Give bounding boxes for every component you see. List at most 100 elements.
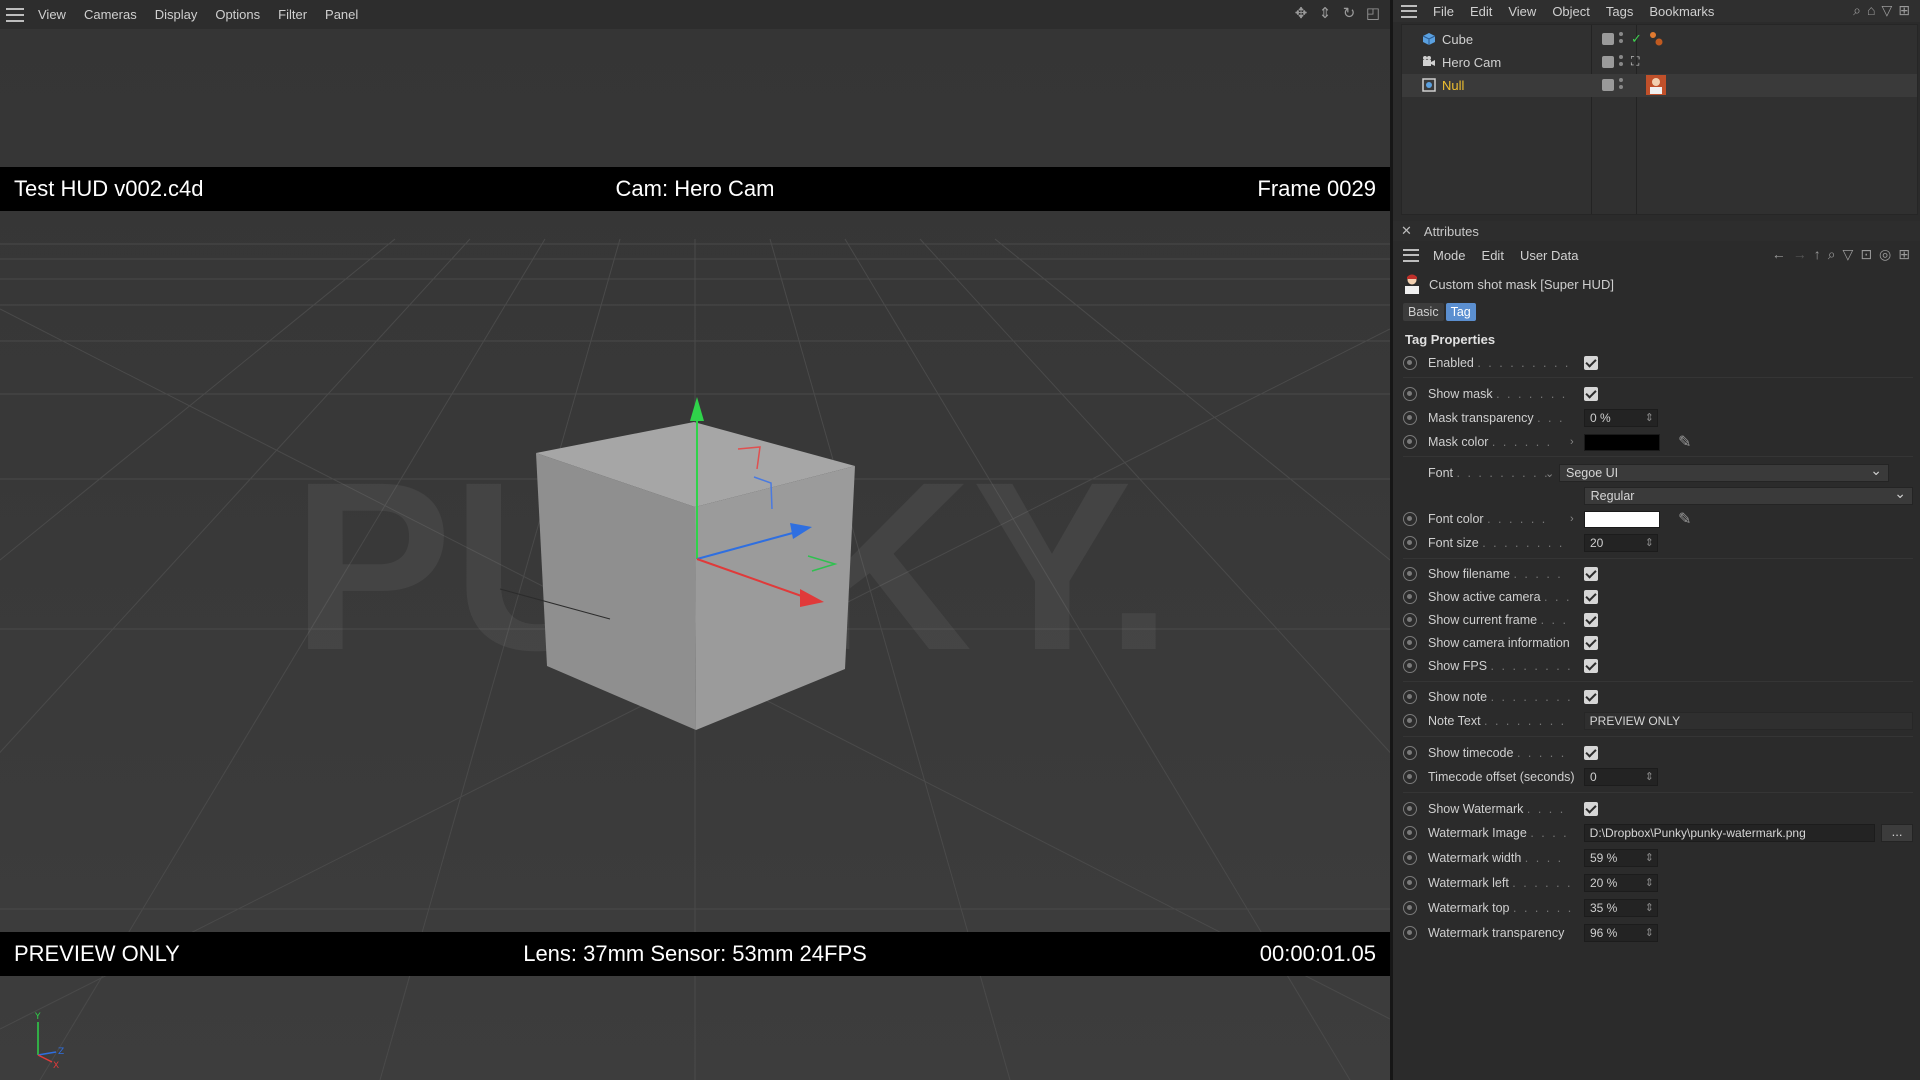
eyedropper-icon[interactable]: ✎ — [1678, 432, 1691, 452]
attr-menu-user-data[interactable]: User Data — [1520, 248, 1579, 263]
menu-options[interactable]: Options — [215, 7, 260, 22]
animate-radio-icon[interactable] — [1403, 926, 1417, 940]
om-menu-object[interactable]: Object — [1552, 4, 1590, 19]
hamburger-menu-icon[interactable] — [6, 7, 24, 22]
mask-transparency-input[interactable]: 0 % — [1584, 409, 1658, 427]
material-tag-icon[interactable] — [1648, 31, 1664, 47]
move-icon[interactable]: ✥ — [1292, 5, 1310, 23]
camera-tag-icon[interactable]: ⛶ — [1631, 54, 1639, 69]
animate-radio-icon[interactable] — [1403, 411, 1417, 425]
lock-icon[interactable]: ⊡ — [1860, 246, 1872, 263]
font-color-swatch[interactable] — [1584, 510, 1660, 528]
om-menu-edit[interactable]: Edit — [1470, 4, 1492, 19]
render-dots-icon[interactable] — [1619, 32, 1624, 46]
object-name[interactable]: Null — [1442, 78, 1464, 93]
menu-panel[interactable]: Panel — [325, 7, 358, 22]
watermark-image-path-field[interactable]: D:\Dropbox\Punky\punky-watermark.png — [1583, 824, 1876, 842]
menu-view[interactable]: View — [38, 7, 66, 22]
animate-radio-icon[interactable] — [1403, 770, 1417, 784]
animate-radio-icon[interactable] — [1403, 590, 1417, 604]
show-timecode-checkbox[interactable] — [1584, 746, 1598, 760]
menu-cameras[interactable]: Cameras — [84, 7, 137, 22]
show-fps-checkbox[interactable] — [1584, 659, 1598, 673]
maximize-icon[interactable]: ◰ — [1364, 5, 1382, 23]
eyedropper-icon[interactable]: ✎ — [1678, 509, 1691, 529]
hamburger-menu-icon[interactable] — [1401, 4, 1417, 18]
watermark-width-input[interactable]: 59 % — [1584, 849, 1658, 867]
expand-arrow-icon[interactable]: › — [1570, 436, 1576, 448]
pan-icon[interactable]: ⇕ — [1316, 5, 1334, 23]
3d-scene[interactable]: PUNKY. — [0, 29, 1390, 1080]
target-icon[interactable]: ◎ — [1879, 246, 1891, 263]
back-arrow-icon[interactable]: ← — [1772, 246, 1786, 263]
up-arrow-icon[interactable]: ↑ — [1814, 246, 1821, 263]
animate-radio-icon[interactable] — [1403, 636, 1417, 650]
animate-radio-icon[interactable] — [1403, 714, 1417, 728]
animate-radio-icon[interactable] — [1403, 746, 1417, 760]
om-menu-file[interactable]: File — [1433, 4, 1454, 19]
render-dots-icon[interactable] — [1619, 55, 1624, 69]
attr-menu-mode[interactable]: Mode — [1433, 248, 1466, 263]
font-size-input[interactable]: 20 — [1584, 534, 1658, 552]
animate-radio-icon[interactable] — [1403, 356, 1417, 370]
show-mask-checkbox[interactable] — [1584, 387, 1598, 401]
watermark-top-input[interactable]: 35 % — [1584, 899, 1658, 917]
animate-radio-icon[interactable] — [1403, 690, 1417, 704]
show-active-camera-checkbox[interactable] — [1584, 590, 1598, 604]
enabled-checkbox[interactable] — [1584, 356, 1598, 370]
object-list[interactable]: Cube ✓ Hero Cam ⛶ Null — [1401, 24, 1918, 215]
object-name[interactable]: Cube — [1442, 32, 1473, 47]
render-dots-icon[interactable] — [1619, 78, 1624, 92]
rotate-icon[interactable]: ↻ — [1340, 5, 1358, 23]
attr-menu-edit[interactable]: Edit — [1482, 248, 1504, 263]
mask-color-swatch[interactable] — [1584, 433, 1660, 451]
visibility-toggle-icon[interactable] — [1602, 56, 1614, 68]
search-icon[interactable]: ⌕ — [1853, 2, 1861, 19]
viewport-panel[interactable]: View Cameras Display Options Filter Pane… — [0, 0, 1390, 1080]
animate-radio-icon[interactable] — [1403, 659, 1417, 673]
animate-radio-icon[interactable] — [1403, 613, 1417, 627]
home-icon[interactable]: ⌂ — [1867, 2, 1875, 19]
expand-arrow-icon[interactable]: › — [1570, 513, 1576, 525]
timecode-offset-input[interactable]: 0 — [1584, 768, 1658, 786]
hud-tag-icon[interactable] — [1646, 75, 1666, 95]
font-style-select[interactable]: Regular — [1583, 485, 1913, 505]
filter-icon[interactable]: ▽ — [1843, 246, 1854, 263]
show-note-checkbox[interactable] — [1584, 690, 1598, 704]
object-row-cube[interactable]: Cube ✓ — [1402, 28, 1917, 51]
animate-radio-icon[interactable] — [1403, 536, 1417, 550]
note-text-field[interactable]: PREVIEW ONLY — [1583, 712, 1913, 730]
show-filename-checkbox[interactable] — [1584, 567, 1598, 581]
tab-basic[interactable]: Basic — [1403, 303, 1444, 321]
hamburger-menu-icon[interactable] — [1403, 248, 1419, 262]
animate-radio-icon[interactable] — [1403, 567, 1417, 581]
animate-radio-icon[interactable] — [1403, 876, 1417, 890]
animate-radio-icon[interactable] — [1403, 901, 1417, 915]
show-watermark-checkbox[interactable] — [1584, 802, 1598, 816]
animate-radio-icon[interactable] — [1403, 387, 1417, 401]
visibility-toggle-icon[interactable] — [1602, 79, 1614, 91]
object-row-null[interactable]: Null — [1402, 74, 1917, 97]
font-family-select[interactable]: Segoe UI — [1559, 462, 1889, 482]
forward-arrow-icon[interactable]: → — [1793, 246, 1807, 263]
animate-radio-icon[interactable] — [1403, 851, 1417, 865]
expand-arrow-icon[interactable]: ⌄ — [1545, 467, 1554, 480]
show-camera-info-checkbox[interactable] — [1584, 636, 1598, 650]
search-icon[interactable]: ⌕ — [1828, 246, 1836, 263]
watermark-left-input[interactable]: 20 % — [1584, 874, 1658, 892]
new-panel-icon[interactable]: ⊞ — [1898, 2, 1910, 19]
om-menu-bookmarks[interactable]: Bookmarks — [1649, 4, 1714, 19]
check-icon[interactable]: ✓ — [1631, 31, 1642, 47]
new-panel-icon[interactable]: ⊞ — [1898, 246, 1910, 263]
menu-display[interactable]: Display — [155, 7, 198, 22]
close-icon[interactable]: ✕ — [1401, 223, 1412, 239]
object-name[interactable]: Hero Cam — [1442, 55, 1501, 70]
visibility-toggle-icon[interactable] — [1602, 33, 1614, 45]
watermark-transparency-input[interactable]: 96 % — [1584, 924, 1658, 942]
animate-radio-icon[interactable] — [1403, 802, 1417, 816]
object-row-hero-cam[interactable]: Hero Cam ⛶ — [1402, 51, 1917, 74]
menu-filter[interactable]: Filter — [278, 7, 307, 22]
animate-radio-icon[interactable] — [1403, 826, 1417, 840]
filter-icon[interactable]: ▽ — [1881, 2, 1892, 19]
show-current-frame-checkbox[interactable] — [1584, 613, 1598, 627]
